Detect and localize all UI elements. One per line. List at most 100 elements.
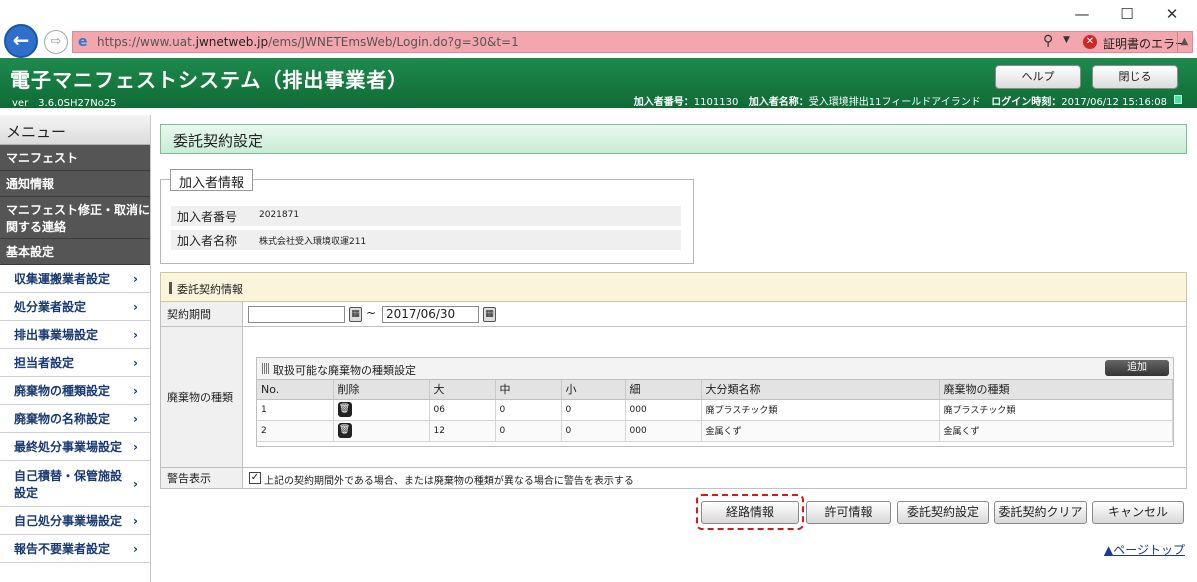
member-info-box: 加入者番号 2021871 加入者名称 株式会社受入環境収運211 — [160, 179, 694, 264]
col-category: 大分類名称 — [701, 380, 940, 400]
member-no-value: 2021871 — [259, 210, 300, 220]
page-top-link[interactable]: ▲ページトップ — [1104, 541, 1185, 558]
period-to-input[interactable]: 2017/06/30 — [382, 306, 479, 323]
menu-title: メニュー — [0, 115, 150, 145]
cert-error-icon[interactable]: ✕ — [1083, 35, 1097, 49]
member-name-row: 加入者名称 株式会社受入環境収運211 — [171, 230, 681, 250]
back-arrow-icon[interactable]: ← — [4, 24, 38, 58]
sidebar-item[interactable]: 処分業者設定 › — [0, 293, 150, 321]
chevron-right-icon: › — [133, 355, 138, 370]
minimize-icon[interactable]: — — [1068, 4, 1096, 26]
warning-label: 警告表示 — [161, 468, 243, 488]
sidebar-item[interactable]: 報告不要業者設定 › — [0, 535, 150, 563]
grip-icon — [262, 363, 269, 374]
sidebar-item-label: 最終処分事業場設定 — [14, 440, 123, 454]
menu-list: マニフェスト 通知情報マニフェスト修正・取消に関する連絡基本設定収集運搬業者設定 ›… — [0, 145, 150, 563]
sidebar-item-label: 通知情報 — [6, 177, 55, 191]
warning-text: 上記の契約期間外である場合、または廃棄物の種類が異なる場合に警告を表示する — [264, 476, 634, 487]
chevron-right-icon: › — [133, 513, 138, 528]
calendar-icon[interactable]: ▦ — [349, 307, 362, 322]
sidebar-item[interactable]: 自己処分事業場設定 › — [0, 507, 150, 535]
section-marker-icon — [169, 282, 172, 294]
permit-info-button[interactable]: 許可情報 — [806, 501, 891, 524]
warning-checkbox[interactable]: ✓ — [249, 472, 261, 484]
sidebar-category[interactable]: 通知情報 — [0, 171, 150, 197]
help-button[interactable]: ヘルプ — [995, 65, 1081, 89]
sidebar-category[interactable]: マニフェスト修正・取消に関する連絡 — [0, 197, 150, 239]
sidebar-item-label: 担当者設定 — [14, 356, 75, 370]
sidebar-item-label: 廃棄物の種類設定 — [14, 384, 111, 398]
sidebar-item[interactable]: 収集運搬業者設定 › — [0, 265, 150, 293]
sidebar-item-label: 排出事業場設定 — [14, 328, 99, 342]
member-no-label: 加入者番号 — [177, 210, 238, 224]
address-dropdown-icon[interactable]: ▲ — [1177, 32, 1191, 52]
route-info-button[interactable]: 経路情報 — [701, 501, 799, 524]
chevron-right-icon: › — [133, 476, 138, 491]
browser-chrome: — ☐ ✕ ← ⇨ e https://www.uat.jwnetweb.jp/… — [0, 0, 1197, 58]
contract-clear-button[interactable]: 委託契約クリア — [994, 501, 1087, 524]
status-icon — [1174, 95, 1182, 104]
user-info: 加入者番号：1101130 加入者名称：受入環境排出11フィールドアイランド ロ… — [633, 97, 1167, 108]
sidebar-item[interactable]: 最終処分事業場設定 › — [0, 433, 150, 461]
waste-table: No. 削除 大 中 小 細 大分類名称 廃棄物の種類 1 🗑 06 0 0 0… — [257, 380, 1173, 442]
app-title: 電子マニフェストシステム（排出事業者） — [10, 68, 409, 92]
period-separator: ~ — [366, 306, 377, 320]
waste-panel-header: 取扱可能な廃棄物の種類設定 追加 — [257, 358, 1173, 380]
col-fine: 細 — [625, 380, 702, 400]
waste-panel: 取扱可能な廃棄物の種類設定 追加 No. 削除 大 中 小 細 大分類名称 廃棄… — [256, 357, 1174, 447]
url-text[interactable]: https://www.uat.jwnetweb.jp/ems/JWNETEms… — [97, 35, 519, 49]
member-name-value: 株式会社受入環境収運211 — [259, 237, 367, 247]
sidebar-category[interactable]: マニフェスト — [0, 145, 150, 171]
calendar-icon[interactable]: ▦ — [483, 307, 496, 322]
chevron-right-icon: › — [133, 439, 138, 454]
sidebar-item-label: マニフェスト修正・取消に関する連絡 — [6, 202, 151, 234]
sidebar-category[interactable]: 基本設定 — [0, 239, 150, 265]
address-bar[interactable]: e https://www.uat.jwnetweb.jp/ems/JWNETE… — [72, 31, 1193, 53]
col-no: No. — [257, 380, 334, 400]
contract-set-button[interactable]: 委託契約設定 — [897, 501, 989, 524]
add-button[interactable]: 追加 — [1105, 360, 1169, 376]
main-content: 委託契約設定 加入者番号 2021871 加入者名称 株式会社受入環境収運211… — [160, 124, 1187, 574]
close-window-icon[interactable]: ✕ — [1158, 4, 1186, 26]
chevron-right-icon: › — [133, 411, 138, 426]
app-header: 電子マニフェストシステム（排出事業者） ver 3.6.0SH27No25 ヘル… — [0, 58, 1197, 109]
sidebar-item-label: 処分業者設定 — [14, 300, 87, 314]
trash-icon[interactable]: 🗑 — [337, 423, 352, 438]
sidebar-item[interactable]: 排出事業場設定 › — [0, 321, 150, 349]
sidebar-item-label: 自己処分事業場設定 — [14, 514, 123, 528]
sidebar: メニュー マニフェスト 通知情報 マニフェスト修正・取消に関する連絡 基本設定 収集運搬… — [0, 115, 151, 582]
trash-icon[interactable]: 🗑 — [337, 402, 352, 417]
sidebar-item-label: 廃棄物の名称設定 — [14, 412, 111, 426]
chevron-right-icon: › — [133, 541, 138, 556]
sidebar-item-label: マニフェスト — [6, 151, 79, 165]
search-icon[interactable]: ⚲ — [1043, 33, 1053, 49]
page-title: 委託契約設定 — [160, 124, 1187, 154]
chevron-right-icon: › — [133, 271, 138, 286]
chevron-right-icon: › — [133, 299, 138, 314]
cancel-button[interactable]: キャンセル — [1092, 501, 1184, 524]
cert-error-label[interactable]: 証明書のエラー — [1103, 35, 1187, 52]
col-waste-type: 廃棄物の種類 — [939, 380, 1173, 400]
sidebar-item[interactable]: 自己積替・保管施設設定 › — [0, 461, 150, 507]
col-medium: 中 — [495, 380, 562, 400]
sidebar-item-label: 報告不要業者設定 — [14, 542, 111, 556]
ie-logo-icon: e — [78, 34, 88, 50]
sidebar-item[interactable]: 廃棄物の種類設定 › — [0, 377, 150, 405]
chevron-down-icon[interactable]: ▼ — [1063, 35, 1070, 45]
contract-section-header: 委託契約情報 — [160, 272, 1187, 302]
col-delete: 削除 — [333, 380, 430, 400]
waste-row: 廃棄物の種類 取扱可能な廃棄物の種類設定 追加 No. 削除 大 中 小 細 大… — [160, 327, 1187, 468]
waste-label: 廃棄物の種類 — [161, 327, 243, 467]
sidebar-item[interactable]: 廃棄物の名称設定 › — [0, 405, 150, 433]
forward-arrow-icon[interactable]: ⇨ — [44, 30, 68, 54]
period-from-input[interactable] — [248, 306, 345, 323]
table-row: 1 🗑 06 0 0 000 廃プラスチック類 廃プラスチック類 — [257, 399, 1173, 421]
sidebar-item-label: 収集運搬業者設定 — [14, 272, 111, 286]
sidebar-item[interactable]: 担当者設定 › — [0, 349, 150, 377]
sidebar-item-label: 自己積替・保管施設設定 — [14, 468, 123, 500]
close-button[interactable]: 閉じる — [1092, 65, 1178, 89]
chevron-right-icon: › — [133, 327, 138, 342]
warning-row: 警告表示 ✓ 上記の契約期間外である場合、または廃棄物の種類が異なる場合に警告を… — [160, 468, 1187, 489]
col-large: 大 — [429, 380, 496, 400]
maximize-icon[interactable]: ☐ — [1113, 4, 1141, 26]
